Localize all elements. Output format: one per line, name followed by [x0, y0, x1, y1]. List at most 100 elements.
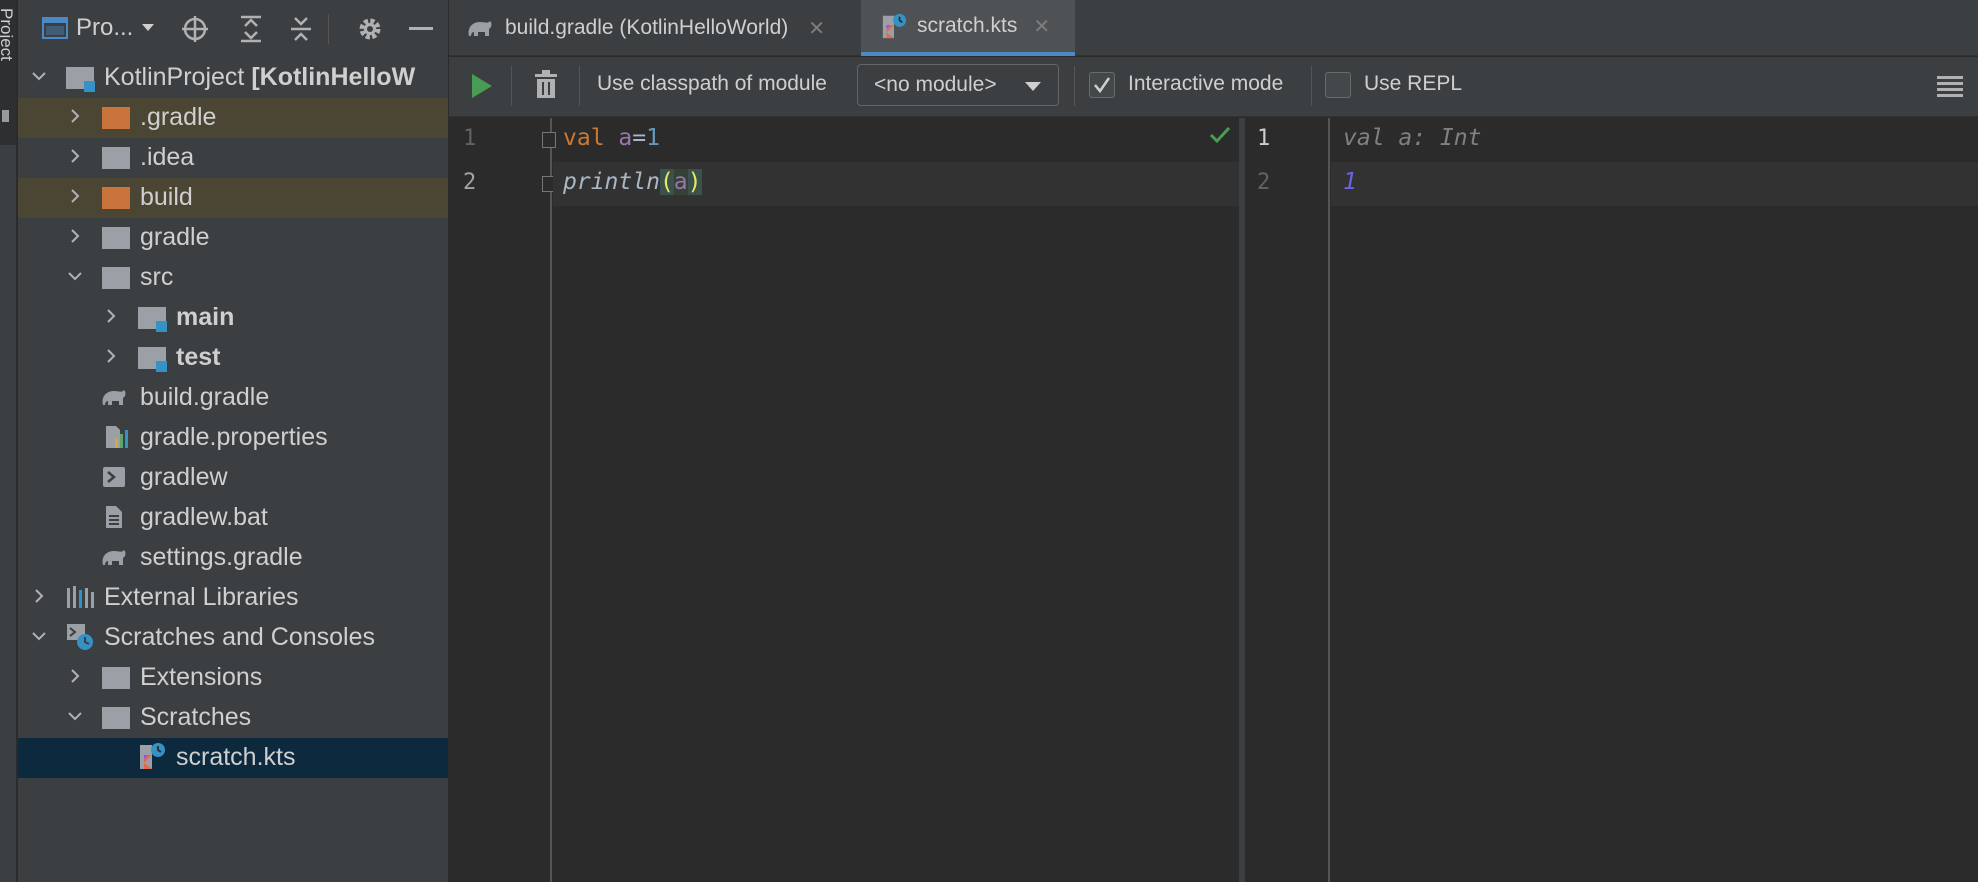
module-folder-icon	[66, 67, 95, 92]
chevron-right-icon[interactable]	[68, 189, 82, 203]
tree-item-label: build	[140, 183, 193, 211]
chevron-right-icon[interactable]	[32, 589, 46, 603]
tree-item-label: gradlew	[140, 463, 228, 491]
tree-item-label: gradle.properties	[140, 423, 328, 451]
collapse-all-icon[interactable]	[286, 14, 316, 44]
locate-file-icon[interactable]	[180, 14, 210, 44]
tree-item-label: test	[176, 343, 221, 371]
run-icon[interactable]	[469, 71, 495, 101]
close-icon[interactable]: ✕	[808, 16, 825, 41]
tree-item-label: gradle	[140, 223, 210, 251]
tree-item-scratches[interactable]: Scratches	[18, 698, 448, 738]
code-text: val a=1	[563, 125, 660, 151]
source-folder-icon	[138, 307, 167, 332]
tool-window-strip: Project	[0, 0, 17, 882]
project-view-icon	[42, 17, 68, 39]
tool-window-marker	[2, 110, 9, 122]
tree-item-gradle[interactable]: gradle	[18, 218, 448, 258]
tree-item-external-libraries[interactable]: External Libraries	[18, 578, 448, 618]
use-repl-checkbox[interactable]	[1325, 72, 1351, 98]
tree-item-idea[interactable]: .idea	[18, 138, 448, 178]
line-number: 1	[1257, 126, 1271, 151]
folder-icon	[102, 707, 130, 729]
chevron-down-icon[interactable]	[68, 709, 82, 723]
interactive-mode-checkbox[interactable]	[1089, 72, 1115, 98]
menu-icon[interactable]	[1937, 75, 1963, 97]
tree-item-gradlew[interactable]: gradlew	[18, 458, 448, 498]
tree-item-label: gradlew.bat	[140, 503, 268, 531]
tab-label: scratch.kts	[917, 14, 1018, 37]
text-file-icon	[106, 506, 122, 528]
shell-script-icon	[103, 467, 125, 487]
tab-scratch-kts[interactable]: scratch.kts ✕	[861, 0, 1075, 56]
editor-gutter: 1 2	[449, 118, 552, 882]
tree-item-scratch-kts[interactable]: scratch.kts	[18, 738, 448, 778]
project-view-selector[interactable]: Pro...	[42, 14, 155, 42]
tree-item-build-gradle[interactable]: build.gradle	[18, 378, 448, 418]
tree-item-label: settings.gradle	[140, 543, 303, 571]
tree-item-main[interactable]: main	[18, 298, 448, 338]
project-panel: Pro... KotlinProject [KotlinHelloW .grad…	[18, 0, 448, 882]
scratches-icon	[67, 624, 93, 650]
chevron-right-icon[interactable]	[68, 669, 82, 683]
interactive-mode-label[interactable]: Interactive mode	[1128, 72, 1283, 96]
code-line: val a=1	[553, 118, 1239, 162]
chevron-right-icon[interactable]	[104, 349, 118, 363]
gear-icon[interactable]	[355, 14, 385, 44]
tree-item-gradle-properties[interactable]: gradle.properties	[18, 418, 448, 458]
chevron-down-icon	[142, 24, 155, 31]
folder-excluded-icon	[102, 107, 130, 129]
tree-item-label: main	[176, 303, 235, 331]
project-tool-tab-label: Project	[0, 8, 16, 61]
tree-item-label: src	[140, 263, 174, 291]
tree-item-gradle-dir[interactable]: .gradle	[18, 98, 448, 138]
output-gutter: 1 2	[1245, 118, 1330, 882]
tree-item-src[interactable]: src	[18, 258, 448, 298]
code-line-current: println(a)	[553, 162, 1239, 206]
tree-item-label: build.gradle	[140, 383, 270, 411]
gradle-elephant-icon	[468, 21, 492, 36]
check-icon	[1094, 77, 1111, 94]
tree-item-label: scratch.kts	[176, 743, 296, 771]
gradle-elephant-icon	[102, 390, 126, 405]
chevron-right-icon[interactable]	[68, 109, 82, 123]
tree-item-test[interactable]: test	[18, 338, 448, 378]
module-select[interactable]: <no module>	[857, 64, 1059, 106]
chevron-right-icon[interactable]	[104, 309, 118, 323]
tree-item-scratches-and-consoles[interactable]: Scratches and Consoles	[18, 618, 448, 658]
output-line: val a: Int	[1331, 118, 1978, 162]
chevron-right-icon[interactable]	[68, 229, 82, 243]
header-separator	[328, 14, 329, 44]
toolbar-separator	[579, 66, 580, 106]
tree-item-label: Extensions	[140, 663, 263, 691]
chevron-down-icon[interactable]	[32, 69, 46, 83]
tree-item-label: KotlinProject [KotlinHelloW	[104, 63, 416, 91]
folder-excluded-icon	[102, 187, 130, 209]
project-tool-tab[interactable]: Project	[0, 0, 16, 145]
chevron-down-icon[interactable]	[32, 629, 46, 643]
tree-item-kotlinproject[interactable]: KotlinProject [KotlinHelloW	[18, 58, 448, 98]
expand-all-icon[interactable]	[236, 14, 266, 44]
tree-item-label: Scratches and Consoles	[104, 623, 375, 651]
chevron-right-icon[interactable]	[68, 149, 82, 163]
trash-icon[interactable]	[534, 69, 558, 99]
tree-item-gradlew-bat[interactable]: gradlew.bat	[18, 498, 448, 538]
tree-item-settings-gradle[interactable]: settings.gradle	[18, 538, 448, 578]
tree-item-build[interactable]: build	[18, 178, 448, 218]
output-text: val a: Int	[1343, 125, 1482, 151]
tab-build-gradle[interactable]: build.gradle (KotlinHelloWorld) ✕	[449, 0, 859, 56]
properties-file-icon	[106, 426, 128, 448]
source-folder-icon	[138, 347, 167, 372]
folder-icon	[102, 147, 130, 169]
library-icon	[67, 586, 94, 608]
scratch-editor[interactable]: 1 2 val a=1 println(a)	[449, 118, 1239, 882]
close-icon[interactable]: ✕	[1033, 14, 1050, 39]
module-select-value: <no module>	[874, 73, 997, 96]
chevron-down-icon[interactable]	[68, 269, 82, 283]
use-repl-label[interactable]: Use REPL	[1364, 72, 1462, 96]
hide-panel-icon[interactable]	[406, 14, 436, 44]
gradle-elephant-icon	[102, 550, 126, 565]
check-icon	[1209, 126, 1231, 144]
tree-item-extensions[interactable]: Extensions	[18, 658, 448, 698]
tree-item-label: .idea	[140, 143, 195, 171]
